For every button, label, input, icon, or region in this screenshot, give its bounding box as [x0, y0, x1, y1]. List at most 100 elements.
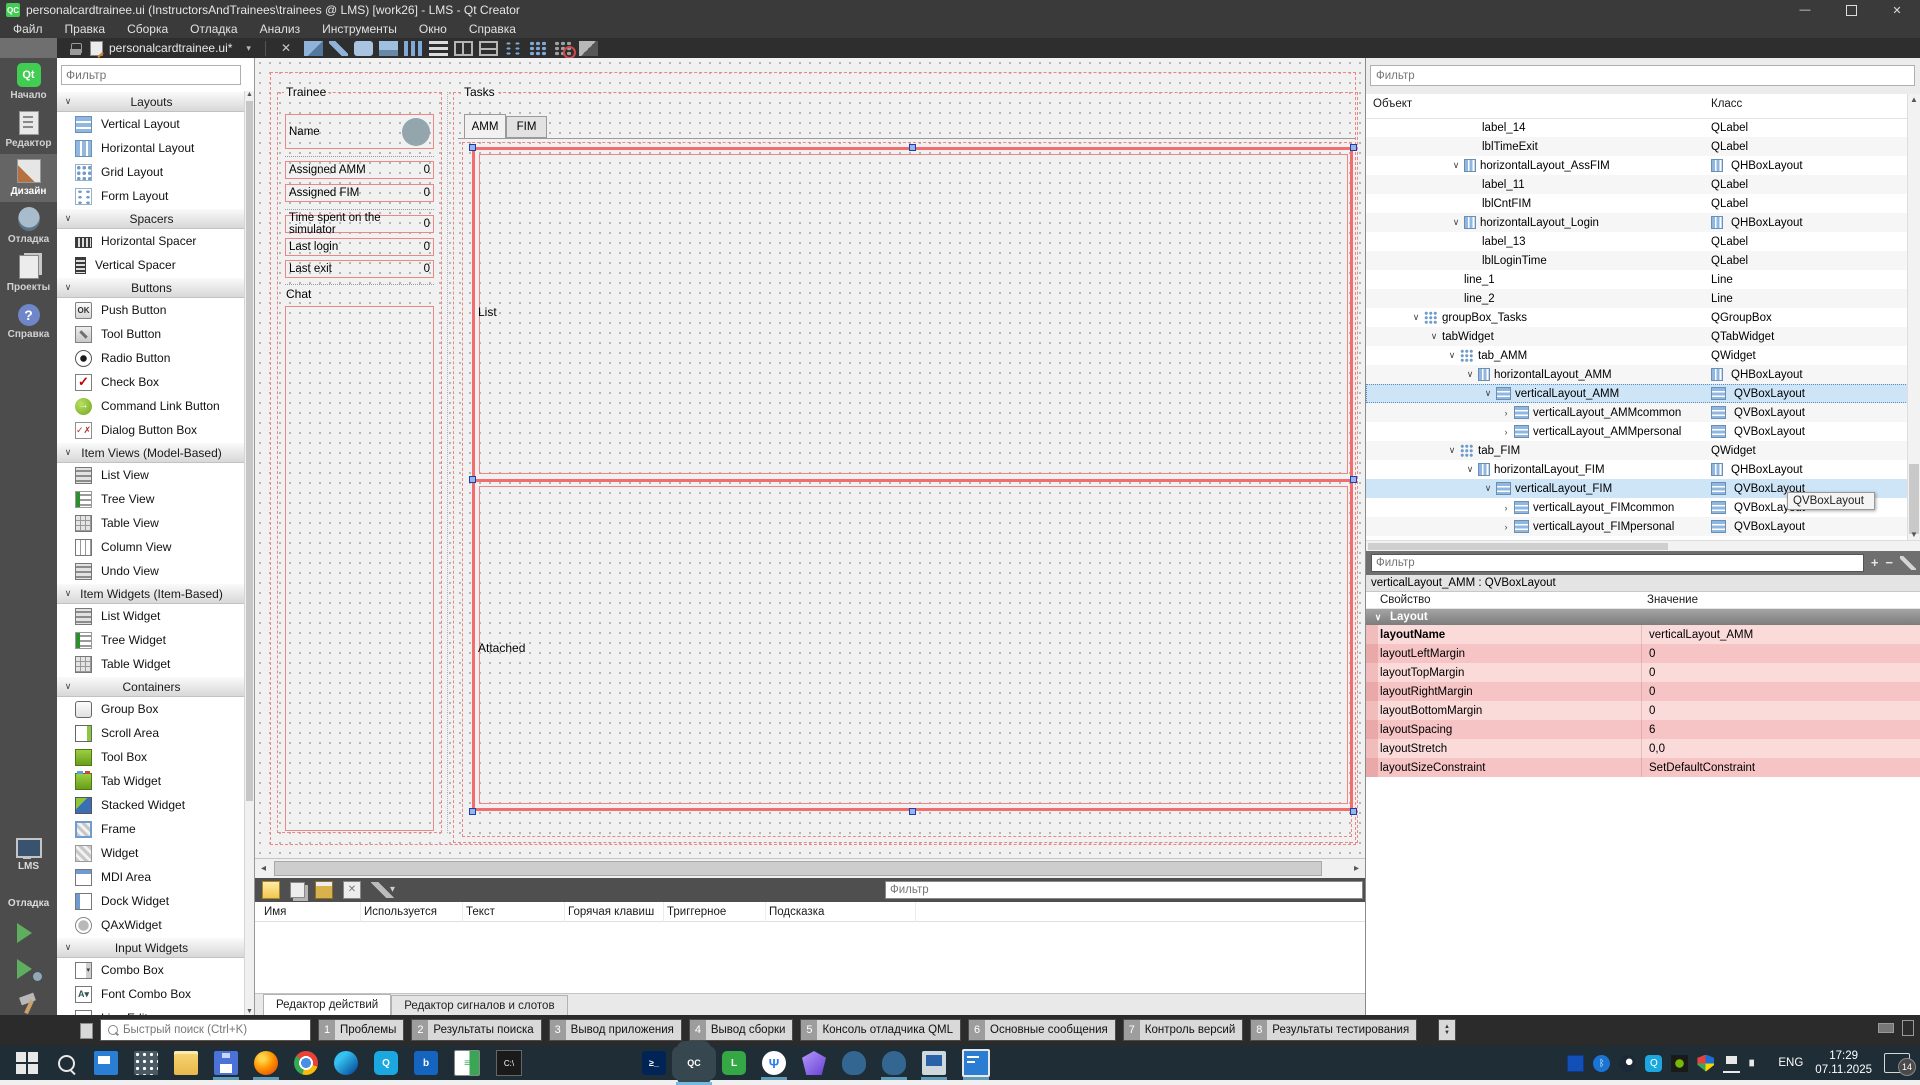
- object-tree-row[interactable]: ∨ horizontalLayout_AssFIM QHBoxLayout: [1366, 156, 1908, 175]
- action-column-header[interactable]: Горячая клавиш: [565, 902, 664, 922]
- widget-box-row[interactable]: Stacked Widget: [57, 793, 246, 817]
- scroll-down-icon[interactable]: ▼: [245, 1008, 254, 1015]
- widget-box-row[interactable]: MDI Area: [57, 865, 246, 889]
- object-tree-row[interactable]: ∨ horizontalLayout_AMM QHBoxLayout: [1366, 365, 1908, 384]
- edit-buddies-icon[interactable]: [354, 41, 373, 56]
- copy-action-icon[interactable]: [290, 882, 305, 898]
- menu-item[interactable]: Окно: [408, 20, 458, 38]
- menu-item[interactable]: Правка: [54, 20, 117, 38]
- object-tree-row[interactable]: ∨ horizontalLayout_Login QHBoxLayout: [1366, 213, 1908, 232]
- scroll-right-icon[interactable]: ▸: [1348, 863, 1365, 874]
- editor-tab[interactable]: Редактор действий: [263, 994, 391, 1015]
- tasks-group-box[interactable]: Tasks AMM FIM List Attached: [453, 92, 1358, 843]
- windows-app-icon[interactable]: [962, 1049, 990, 1077]
- expand-arrow-icon[interactable]: ∨: [1366, 217, 1464, 228]
- menu-item[interactable]: Файл: [2, 20, 54, 38]
- object-tree-row[interactable]: › verticalLayout_FIMpersonal QVBoxLayout: [1366, 517, 1908, 536]
- output-panel-button[interactable]: 4 Вывод сборки: [689, 1019, 794, 1041]
- field-row[interactable]: Assigned AMM 0: [285, 161, 434, 179]
- notification-center-icon[interactable]: 14: [1884, 1053, 1910, 1073]
- menu-item[interactable]: Инструменты: [311, 20, 408, 38]
- field-row[interactable]: Time spent on the simulator 0: [285, 215, 434, 233]
- open-document-selector[interactable]: personalcardtrainee.ui*: [90, 41, 232, 56]
- tree-vertical-scrollbar[interactable]: ▲ ▼: [1907, 94, 1920, 540]
- action-column-header[interactable]: Используется: [361, 902, 463, 922]
- widget-box-row[interactable]: Undo View: [57, 559, 246, 583]
- cmd-icon[interactable]: C:\: [496, 1050, 522, 1076]
- property-row[interactable]: layoutSpacing 6: [1366, 720, 1920, 739]
- output-panel-button[interactable]: 1 Проблемы: [318, 1019, 404, 1041]
- layout-horizontal-splitter-icon[interactable]: [454, 41, 473, 56]
- expand-arrow-icon[interactable]: ∨: [1366, 312, 1424, 323]
- right-pane-toggle-icon[interactable]: [1902, 1020, 1914, 1036]
- mode-item[interactable]: Qt Начало: [0, 58, 57, 106]
- document-dropdown-icon[interactable]: ▾: [246, 43, 251, 54]
- property-value[interactable]: 0: [1641, 705, 1655, 717]
- object-column-header[interactable]: Объект: [1373, 98, 1412, 110]
- object-tree-row[interactable]: ∨ horizontalLayout_FIM QHBoxLayout: [1366, 460, 1908, 479]
- property-column-header[interactable]: Свойство: [1380, 594, 1431, 606]
- action-filter-input[interactable]: [885, 881, 1363, 899]
- postgresql-icon[interactable]: [842, 1051, 866, 1075]
- windows-security-icon[interactable]: [1697, 1055, 1714, 1072]
- widget-box-row[interactable]: Form Layout: [57, 184, 246, 208]
- delete-action-icon[interactable]: ✕: [343, 881, 361, 899]
- widget-box-row[interactable]: ∨ Item Widgets (Item-Based): [57, 583, 246, 604]
- configure-properties-icon[interactable]: [1900, 556, 1916, 570]
- edit-widgets-icon[interactable]: [304, 41, 323, 56]
- selection-handle[interactable]: [469, 144, 476, 151]
- file-explorer-icon[interactable]: [174, 1051, 198, 1075]
- mode-item[interactable]: Проекты: [0, 250, 57, 298]
- tab-fim[interactable]: FIM: [506, 116, 547, 138]
- field-row[interactable]: Last login 0: [285, 238, 434, 256]
- object-tree-row[interactable]: lblTimeExit QLabel: [1366, 137, 1908, 156]
- output-panel-button[interactable]: 5 Консоль отладчика QML: [800, 1019, 961, 1041]
- widget-box-row[interactable]: Line Edit: [57, 1006, 246, 1015]
- property-value[interactable]: verticalLayout_AMM: [1641, 629, 1753, 641]
- expand-arrow-icon[interactable]: ∨: [1366, 464, 1478, 475]
- lms-app-icon[interactable]: L: [722, 1051, 746, 1075]
- kit-selector[interactable]: LMS: [16, 838, 42, 872]
- selection-handle[interactable]: [1350, 144, 1357, 151]
- widget-box-row[interactable]: ∨ Containers: [57, 676, 246, 697]
- scroll-up-icon[interactable]: ▲: [1908, 95, 1920, 104]
- object-tree-row[interactable]: › verticalLayout_AMMpersonal QVBoxLayout: [1366, 422, 1908, 441]
- property-row[interactable]: layoutBottomMargin 0: [1366, 701, 1920, 720]
- floppy-app-icon[interactable]: [214, 1051, 238, 1075]
- selection-handle[interactable]: [1350, 808, 1357, 815]
- grid-app-icon[interactable]: [134, 1051, 158, 1075]
- remove-property-icon[interactable]: −: [1885, 554, 1893, 572]
- field-row[interactable]: Last exit 0: [285, 260, 434, 278]
- mode-item[interactable]: Отладка: [0, 202, 57, 250]
- widget-box-row[interactable]: Tree View: [57, 487, 246, 511]
- menu-item[interactable]: Анализ: [249, 20, 312, 38]
- object-tree-row[interactable]: ∨ tab_FIM QWidget: [1366, 441, 1908, 460]
- widget-box-row[interactable]: ∨ Spacers: [57, 208, 246, 229]
- widget-box-row[interactable]: ∨ Layouts: [57, 91, 246, 112]
- selection-handle[interactable]: [909, 144, 916, 151]
- property-value[interactable]: 0: [1641, 648, 1655, 660]
- output-panel-button[interactable]: 2 Результаты поиска: [411, 1019, 541, 1041]
- tray-q-app-icon[interactable]: Q: [1645, 1055, 1662, 1072]
- layout-section-header[interactable]: ∨ Layout: [1366, 609, 1920, 625]
- output-pane-toggle-icon[interactable]: [1878, 1023, 1894, 1033]
- selection-handle[interactable]: [1350, 476, 1357, 483]
- output-panel-button[interactable]: 8 Результаты тестирования: [1250, 1019, 1417, 1041]
- powershell-icon[interactable]: ≥_: [642, 1051, 666, 1075]
- trainee-group-box[interactable]: Trainee Name Assigned AMM 0 Assigned FIM…: [277, 92, 442, 833]
- action-column-header[interactable]: Триггерное: [664, 902, 766, 922]
- adjust-size-icon[interactable]: [579, 41, 598, 56]
- close-document-button[interactable]: ✕: [281, 41, 291, 55]
- object-tree-row[interactable]: ∨ groupBox_Tasks QGroupBox: [1366, 308, 1908, 327]
- property-row[interactable]: layoutLeftMargin 0: [1366, 644, 1920, 663]
- chat-box[interactable]: [285, 306, 434, 831]
- steam-icon[interactable]: [1619, 1055, 1636, 1072]
- widget-box-row[interactable]: ∨ Buttons: [57, 277, 246, 298]
- property-value[interactable]: 0: [1641, 686, 1655, 698]
- sidebar-toggle-icon[interactable]: [80, 1023, 93, 1039]
- network-icon[interactable]: [1723, 1054, 1740, 1073]
- minimize-button[interactable]: —: [1782, 0, 1828, 20]
- class-column-header[interactable]: Класс: [1711, 98, 1742, 110]
- layout-horizontally-icon[interactable]: [404, 41, 423, 56]
- selection-handle[interactable]: [909, 808, 916, 815]
